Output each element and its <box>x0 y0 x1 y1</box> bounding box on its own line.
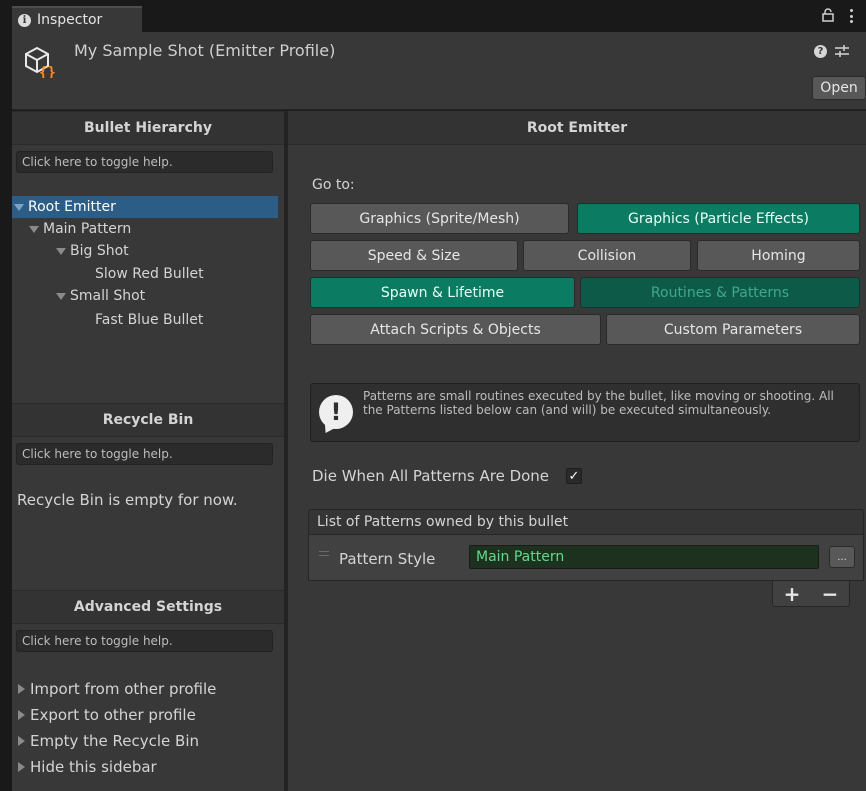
drag-handle-icon[interactable] <box>319 551 329 556</box>
open-button[interactable]: Open <box>812 76 866 100</box>
help-icon[interactable]: ? <box>814 45 827 58</box>
patterns-info-box: ! Patterns are small routines executed b… <box>310 383 860 442</box>
hide-sidebar-item[interactable]: Hide this sidebar <box>18 756 157 778</box>
collision-button[interactable]: Collision <box>523 240 691 271</box>
info-icon: i <box>18 13 31 27</box>
speed-size-button[interactable]: Speed & Size <box>310 240 518 271</box>
advanced-settings-header: Advanced Settings <box>12 590 284 624</box>
spawn-lifetime-button[interactable]: Spawn & Lifetime <box>310 277 575 308</box>
attach-scripts-objects-button[interactable]: Attach Scripts & Objects <box>310 314 601 345</box>
bullet-hierarchy-header: Bullet Hierarchy <box>12 111 284 145</box>
patterns-list-row: Pattern Style Main Pattern ... <box>308 535 864 581</box>
recycle-bin-empty-text: Recycle Bin is empty for now. <box>17 491 238 509</box>
expand-arrow-icon[interactable] <box>29 225 39 233</box>
patterns-list-header: List of Patterns owned by this bullet <box>308 509 864 535</box>
page-title: My Sample Shot (Emitter Profile) <box>74 41 336 60</box>
warning-speech-bubble-icon: ! <box>319 395 353 429</box>
export-profile-item[interactable]: Export to other profile <box>18 704 196 726</box>
expand-arrow-icon[interactable] <box>56 247 66 255</box>
recycle-bin-header: Recycle Bin <box>12 403 284 437</box>
tree-item-main-pattern[interactable]: Main Pattern <box>12 218 278 240</box>
expand-arrow-icon[interactable] <box>14 203 24 211</box>
tab-label: Inspector <box>37 12 103 28</box>
tree-item-small-shot[interactable]: Small Shot <box>12 285 278 307</box>
add-pattern-button[interactable]: + <box>784 582 801 606</box>
foldout-arrow-icon <box>18 684 25 694</box>
tree-item-slow-red-bullet[interactable]: Slow Red Bullet <box>12 263 278 285</box>
hierarchy-help-toggle[interactable]: Click here to toggle help. <box>16 151 273 173</box>
tab-inspector[interactable]: i Inspector <box>12 6 142 32</box>
pattern-style-label: Pattern Style <box>339 550 436 568</box>
advanced-help-toggle[interactable]: Click here to toggle help. <box>16 630 273 652</box>
goto-label: Go to: <box>312 177 355 193</box>
window-left-edge <box>0 0 12 791</box>
patterns-info-text: Patterns are small routines executed by … <box>363 389 834 417</box>
sidebar: Bullet Hierarchy Click here to toggle he… <box>12 111 284 791</box>
tree-item-fast-blue-bullet[interactable]: Fast Blue Bullet <box>12 309 278 331</box>
preset-settings-icon[interactable] <box>834 43 850 59</box>
inspector-header: {} My Sample Shot (Emitter Profile) ? Op… <box>12 32 866 110</box>
foldout-arrow-icon <box>18 762 25 772</box>
import-profile-item[interactable]: Import from other profile <box>18 678 216 700</box>
lock-icon[interactable] <box>822 8 834 22</box>
kebab-menu-icon[interactable] <box>849 9 853 23</box>
routines-patterns-button[interactable]: Routines & Patterns <box>580 277 860 308</box>
main-panel: Root Emitter Go to: Graphics (Sprite/Mes… <box>288 111 866 791</box>
recycle-help-toggle[interactable]: Click here to toggle help. <box>16 443 273 465</box>
pattern-style-field[interactable]: Main Pattern <box>469 545 819 569</box>
empty-recycle-bin-item[interactable]: Empty the Recycle Bin <box>18 730 199 752</box>
foldout-arrow-icon <box>18 736 25 746</box>
remove-pattern-button[interactable]: − <box>822 582 839 606</box>
root-emitter-header: Root Emitter <box>288 111 866 145</box>
emitter-profile-asset-icon: {} <box>25 46 56 78</box>
custom-parameters-button[interactable]: Custom Parameters <box>606 314 860 345</box>
foldout-arrow-icon <box>18 710 25 720</box>
expand-arrow-icon[interactable] <box>56 292 66 300</box>
graphics-particle-effects-button[interactable]: Graphics (Particle Effects) <box>577 203 860 234</box>
svg-text:{}: {} <box>39 65 56 78</box>
homing-button[interactable]: Homing <box>697 240 860 271</box>
die-when-done-checkbox[interactable]: ✓ <box>566 468 582 484</box>
die-when-done-label: Die When All Patterns Are Done <box>312 467 550 485</box>
tree-item-big-shot[interactable]: Big Shot <box>12 240 278 262</box>
tree-item-root-emitter[interactable]: Root Emitter <box>12 196 278 218</box>
pattern-options-button[interactable]: ... <box>829 546 855 568</box>
list-add-remove-controls: + − <box>772 581 850 607</box>
graphics-sprite-mesh-button[interactable]: Graphics (Sprite/Mesh) <box>310 203 569 234</box>
